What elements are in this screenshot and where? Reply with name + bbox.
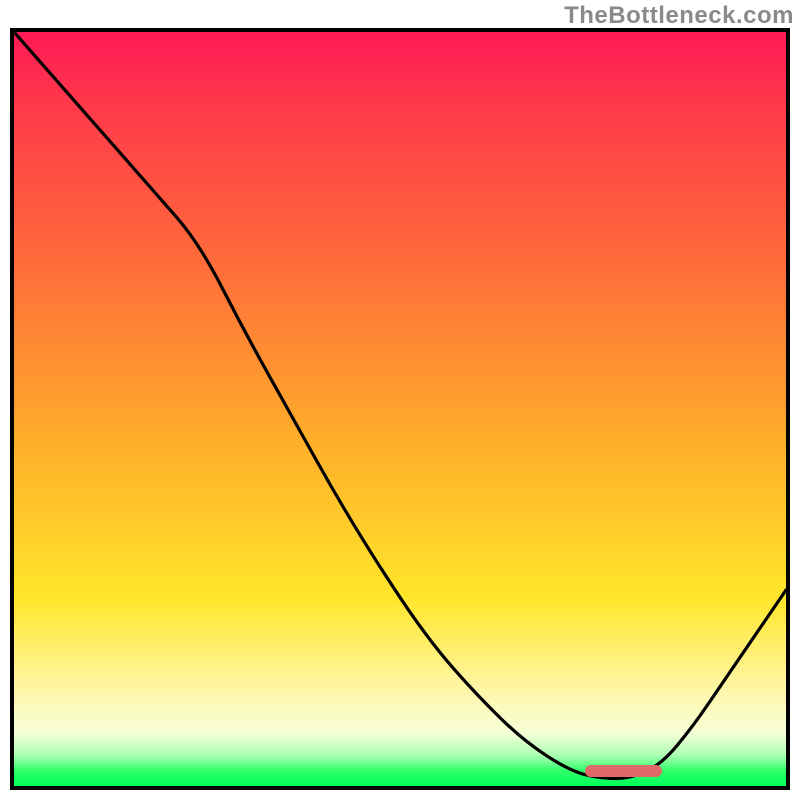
watermark-text: TheBottleneck.com <box>564 2 794 30</box>
optimal-range-marker <box>585 765 662 777</box>
chart-container: TheBottleneck.com <box>0 0 800 800</box>
bottleneck-curve <box>14 32 786 786</box>
plot-frame <box>10 28 790 790</box>
